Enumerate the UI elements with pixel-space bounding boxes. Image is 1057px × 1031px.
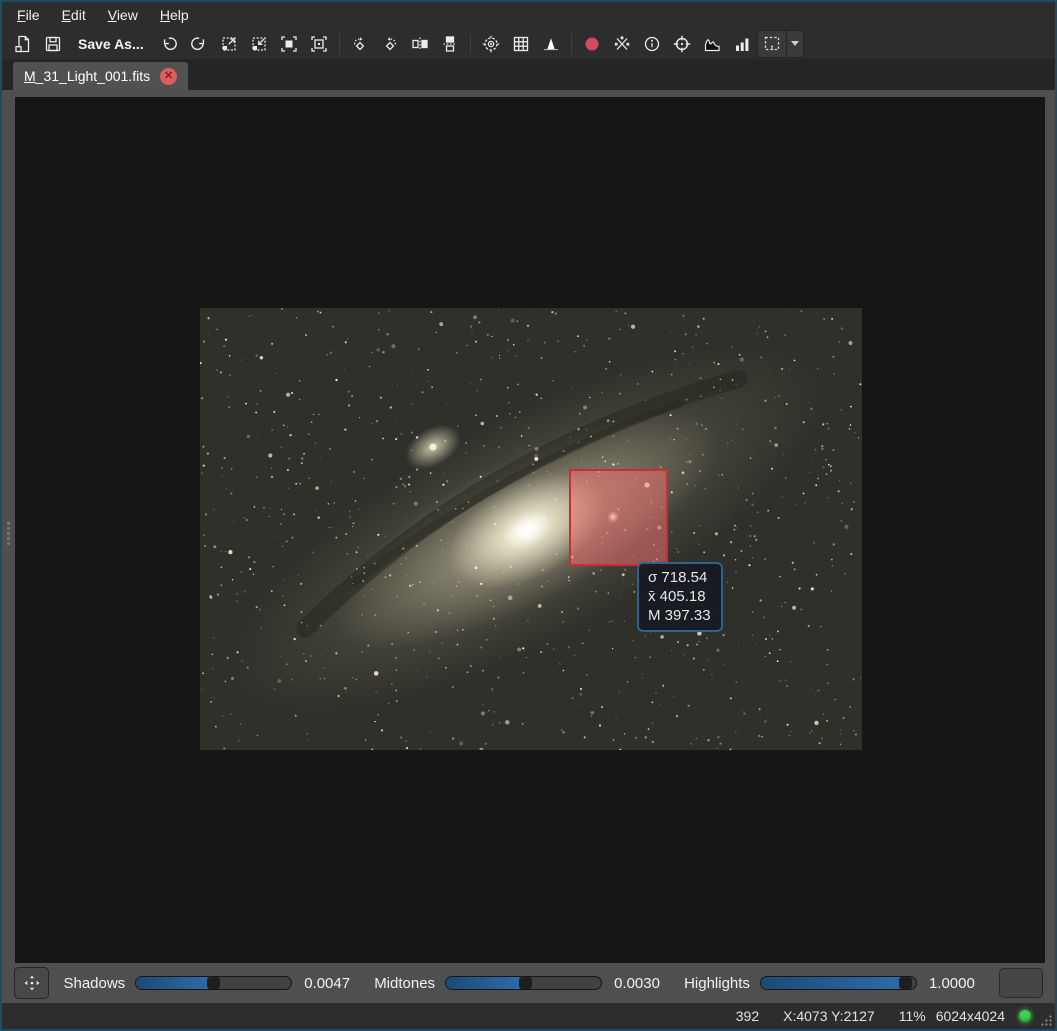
pan-mode-button[interactable] <box>14 967 49 999</box>
astrometry-annotate-button[interactable] <box>607 30 637 58</box>
histogram-transformation-icon <box>702 34 722 54</box>
menu-file[interactable]: File <box>6 5 51 25</box>
status-image-dimensions: 6024x4024 <box>936 1008 1005 1024</box>
center-crosshair-icon <box>672 34 692 54</box>
pan-move-icon <box>22 973 42 993</box>
midtones-value: 0.0030 <box>614 975 666 992</box>
pane-splitter-handle[interactable] <box>5 522 12 545</box>
statistics-button[interactable] <box>727 30 757 58</box>
tab-image[interactable]: M_31_Light_001.fits ✕ <box>13 62 188 90</box>
toolbar-separator <box>339 34 340 54</box>
save-button[interactable] <box>38 30 68 58</box>
midtones-slider[interactable] <box>445 976 602 990</box>
selection-mode-dropdown-button[interactable] <box>787 30 804 58</box>
shadows-slider[interactable] <box>135 976 292 990</box>
center-crosshair-button[interactable] <box>667 30 697 58</box>
background-samples-button[interactable] <box>577 30 607 58</box>
stat-median: M 397.33 <box>648 606 711 625</box>
mirror-horizontal-icon <box>410 34 430 54</box>
shadows-slider-handle[interactable] <box>207 977 220 989</box>
highlights-slider-handle[interactable] <box>899 977 912 989</box>
mirror-vertical-button[interactable] <box>435 30 465 58</box>
highlights-label: Highlights <box>684 975 750 992</box>
histogram-transformation-button[interactable] <box>697 30 727 58</box>
psf-peak-icon <box>541 34 561 54</box>
grid-overlay-icon <box>511 34 531 54</box>
undo-icon <box>159 34 179 54</box>
status-count: 392 <box>736 1008 759 1024</box>
mirror-vertical-icon <box>440 34 460 54</box>
actual-size-button[interactable] <box>304 30 334 58</box>
save-as-button[interactable]: Save As... <box>68 30 154 58</box>
andromeda-galaxy-image <box>200 308 862 750</box>
tab-label: M_31_Light_001.fits <box>24 68 150 84</box>
stat-sigma: σ 718.54 <box>648 568 711 587</box>
selection-rectangle[interactable] <box>569 469 668 566</box>
grid-overlay-button[interactable] <box>506 30 536 58</box>
selection-mode-button[interactable] <box>757 30 787 58</box>
zoom-out-button[interactable] <box>244 30 274 58</box>
photometry-button[interactable] <box>476 30 506 58</box>
status-led-icon <box>1019 1010 1031 1022</box>
menu-help[interactable]: Help <box>149 5 200 25</box>
astrometry-annotate-icon <box>612 34 632 54</box>
stretch-bar: Shadows 0.0047 Midtones 0.0030 Highlight… <box>2 963 1055 1003</box>
zoom-in-button[interactable] <box>214 30 244 58</box>
toolbar-separator <box>470 34 471 54</box>
actual-size-icon <box>309 34 329 54</box>
redo-button[interactable] <box>184 30 214 58</box>
display-mode-button[interactable] <box>999 968 1043 998</box>
fit-to-window-icon <box>279 34 299 54</box>
chevron-down-icon <box>791 41 799 46</box>
rotate-right-button[interactable] <box>345 30 375 58</box>
main-display-frame: σ 718.54 x̄ 405.18 M 397.33 <box>2 90 1055 963</box>
status-cursor-coords: X:4073 Y:2127 <box>783 1008 875 1024</box>
selection-mode-icon <box>761 34 783 54</box>
status-zoom-level: 11% <box>899 1008 926 1024</box>
rotate-right-icon <box>350 34 370 54</box>
background-samples-icon <box>582 34 602 54</box>
undo-button[interactable] <box>154 30 184 58</box>
shadows-value: 0.0047 <box>304 975 356 992</box>
toolbar-separator <box>571 34 572 54</box>
rotate-left-button[interactable] <box>375 30 405 58</box>
open-image-icon <box>13 34 33 54</box>
selection-stats-tooltip: σ 718.54 x̄ 405.18 M 397.33 <box>637 562 723 632</box>
photometry-icon <box>481 34 501 54</box>
mirror-horizontal-button[interactable] <box>405 30 435 58</box>
stat-mean: x̄ 405.18 <box>648 587 711 606</box>
menu-edit[interactable]: Edit <box>51 5 97 25</box>
image-information-icon <box>642 34 662 54</box>
tab-close-button[interactable]: ✕ <box>160 68 177 85</box>
highlights-slider[interactable] <box>760 976 917 990</box>
siril-window: File Edit View Help Save As... <box>0 0 1057 1031</box>
image-information-button[interactable] <box>637 30 667 58</box>
save-icon <box>43 34 63 54</box>
shadows-label: Shadows <box>63 975 125 992</box>
tab-bar: M_31_Light_001.fits ✕ <box>2 59 1055 90</box>
image-canvas[interactable]: σ 718.54 x̄ 405.18 M 397.33 <box>15 97 1045 963</box>
redo-icon <box>189 34 209 54</box>
status-bar: 392 X:4073 Y:2127 11% 6024x4024 <box>2 1003 1055 1029</box>
midtones-label: Midtones <box>374 975 435 992</box>
rotate-left-icon <box>380 34 400 54</box>
highlights-value: 1.0000 <box>929 975 981 992</box>
astro-image[interactable]: σ 718.54 x̄ 405.18 M 397.33 <box>200 308 862 750</box>
menu-view[interactable]: View <box>97 5 149 25</box>
statistics-icon <box>732 34 752 54</box>
toolbar: Save As... <box>2 28 1055 59</box>
menu-bar: File Edit View Help <box>2 2 1055 28</box>
resize-grip[interactable] <box>1040 1014 1053 1027</box>
fit-to-window-button[interactable] <box>274 30 304 58</box>
psf-peak-button[interactable] <box>536 30 566 58</box>
zoom-in-icon <box>219 34 239 54</box>
open-image-button[interactable] <box>8 30 38 58</box>
zoom-out-icon <box>249 34 269 54</box>
midtones-slider-handle[interactable] <box>519 977 532 989</box>
